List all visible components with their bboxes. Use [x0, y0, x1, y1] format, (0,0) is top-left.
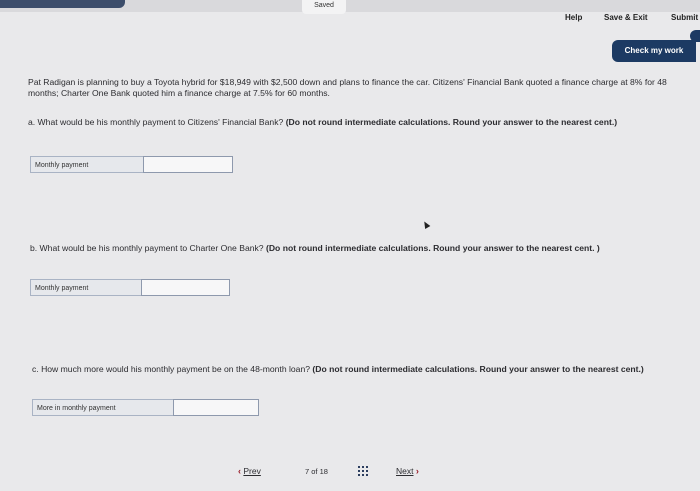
answer-c-label: More in monthly payment	[32, 399, 174, 416]
page-indicator: 7 of 18	[305, 467, 328, 476]
answer-a-label: Monthly payment	[30, 156, 144, 173]
answer-b-label: Monthly payment	[30, 279, 142, 296]
top-strip-dark	[0, 0, 125, 8]
question-b-prompt: b. What would be his monthly payment to …	[30, 243, 264, 253]
chevron-right-icon: ›	[415, 466, 419, 476]
page-of: of	[311, 467, 318, 476]
problem-intro: Pat Radigan is planning to buy a Toyota …	[28, 77, 667, 98]
prev-label: Prev	[243, 466, 261, 476]
check-my-work-button[interactable]: Check my work	[612, 40, 696, 62]
question-b-instruction: (Do not round intermediate calculations.…	[265, 243, 600, 253]
question-a-instruction: (Do not round intermediate calculations.…	[285, 117, 618, 127]
prev-button[interactable]: ‹ Prev	[238, 466, 261, 476]
question-a: a. What would be his monthly payment to …	[28, 117, 678, 128]
grid-icon[interactable]	[358, 466, 368, 476]
next-label: Next	[396, 466, 414, 476]
answer-c-input[interactable]	[173, 399, 259, 416]
submit-link[interactable]: Submit	[671, 13, 698, 22]
page-current: 7	[305, 467, 310, 476]
question-c: c. How much more would his monthly payme…	[32, 364, 672, 375]
saved-indicator: Saved	[302, 0, 346, 14]
question-b: b. What would be his monthly payment to …	[30, 243, 680, 254]
help-link[interactable]: Help	[565, 13, 582, 22]
page-total: 18	[319, 467, 328, 476]
top-strip	[0, 0, 700, 12]
chevron-left-icon: ‹	[238, 466, 241, 476]
answer-b-input[interactable]	[141, 279, 230, 296]
question-c-instruction: (Do not round intermediate calculations.…	[312, 364, 644, 374]
question-a-prompt: a. What would be his monthly payment to …	[28, 117, 284, 127]
question-c-prompt: c. How much more would his monthly payme…	[32, 364, 311, 374]
save-exit-link[interactable]: Save & Exit	[604, 13, 648, 22]
next-button[interactable]: Next ›	[396, 466, 419, 476]
mouse-cursor-icon	[421, 219, 431, 230]
answer-a-input[interactable]	[143, 156, 233, 173]
